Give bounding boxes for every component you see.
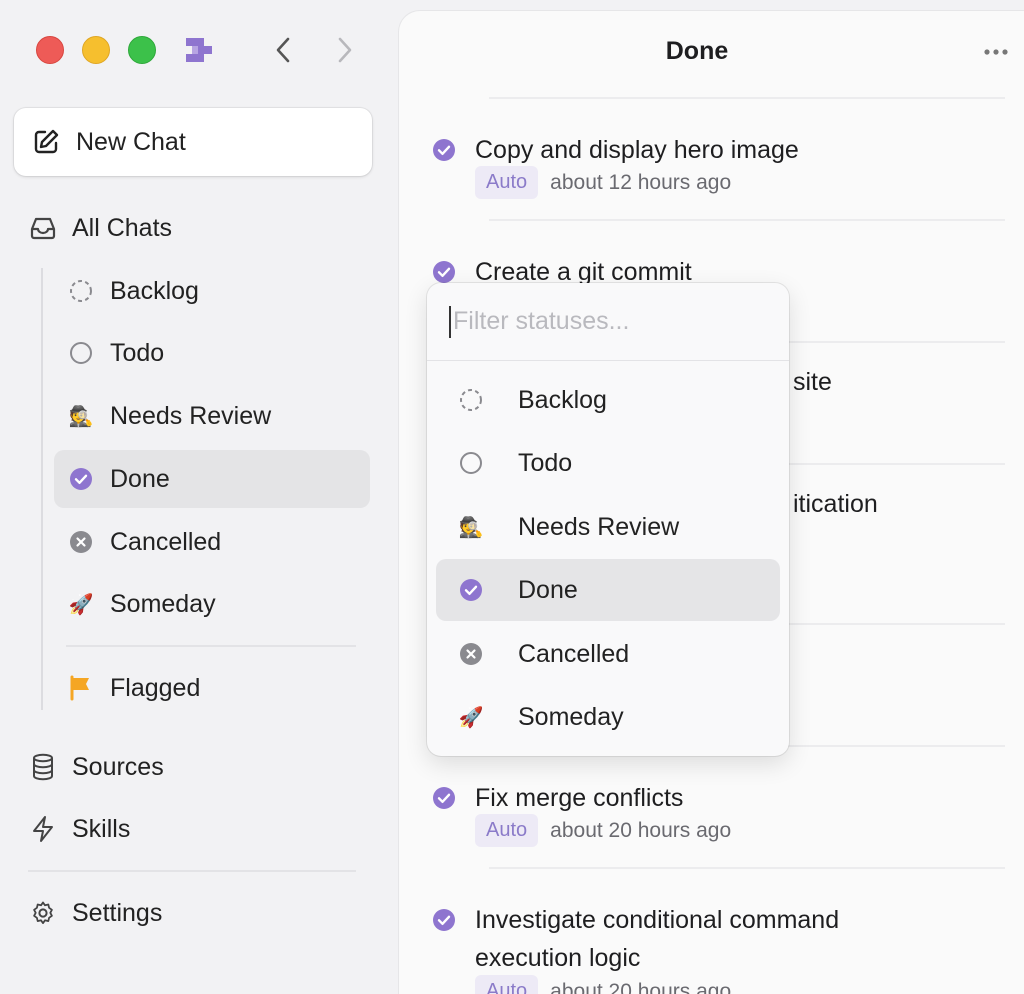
chat-timestamp: about 20 hours ago: [550, 818, 732, 842]
sidebar-item-backlog[interactable]: Backlog: [54, 262, 370, 320]
status-dropdown: Backlog Todo 🕵 Needs Review Done Cancell…: [427, 283, 789, 756]
list-divider: [489, 97, 1005, 99]
chat-title: Copy and display hero image: [475, 136, 799, 164]
sidebar-item-todo[interactable]: Todo: [54, 324, 370, 382]
list-divider: [489, 219, 1005, 221]
chevron-left-icon[interactable]: [268, 34, 298, 66]
flag-icon: [66, 673, 96, 703]
sidebar-item-label: Sources: [72, 752, 164, 781]
filter-statuses-input[interactable]: [449, 305, 769, 338]
status-option-label: Someday: [518, 702, 624, 731]
status-option-label: Todo: [518, 448, 573, 477]
status-badge: Auto: [475, 166, 539, 199]
status-option-needs-review[interactable]: 🕵 Needs Review: [436, 496, 780, 558]
sidebar-item-label: Flagged: [110, 673, 201, 702]
check-circle-icon: [431, 137, 457, 163]
window-minimize-button[interactable]: [82, 36, 110, 64]
status-badge: Auto: [475, 975, 539, 994]
status-option-todo[interactable]: Todo: [436, 432, 780, 494]
list-divider: [489, 867, 1005, 869]
empty-circle-icon: [456, 448, 486, 478]
sidebar-item-label: All Chats: [72, 213, 173, 242]
status-option-done[interactable]: Done: [436, 559, 780, 621]
dashed-circle-icon: [456, 385, 486, 415]
sidebar-item-label: Backlog: [110, 276, 199, 305]
check-circle-icon: [431, 785, 457, 811]
chevron-right-icon[interactable]: [330, 34, 360, 66]
rocket-emoji-icon: 🚀: [458, 705, 484, 729]
rocket-emoji-icon: 🚀: [68, 592, 94, 616]
status-option-label: Backlog: [518, 385, 607, 414]
sidebar-item-label: Todo: [110, 338, 165, 367]
sidebar-item-needs-review[interactable]: 🕵 Needs Review: [54, 387, 370, 445]
status-option-label: Needs Review: [518, 512, 680, 541]
list-item[interactable]: Copy and display hero image Auto about 1…: [399, 119, 1019, 219]
sidebar-item-label: Someday: [110, 589, 216, 618]
chat-title-partial: itication: [793, 490, 878, 518]
sidebar-item-label: Skills: [72, 814, 131, 843]
status-badge: Auto: [475, 814, 539, 847]
inbox-icon: [28, 213, 58, 243]
more-horizontal-icon[interactable]: [981, 41, 1011, 63]
status-option-someday[interactable]: 🚀 Someday: [436, 686, 780, 748]
chat-meta: Auto about 20 hours ago: [475, 975, 731, 994]
sidebar-item-flagged[interactable]: Flagged: [54, 659, 370, 717]
sidebar-item-someday[interactable]: 🚀 Someday: [54, 575, 370, 633]
sidebar-item-label: Settings: [72, 898, 163, 927]
chat-meta: Auto about 20 hours ago: [475, 814, 731, 847]
check-circle-icon: [66, 464, 96, 494]
page-title: Done: [665, 37, 729, 65]
list-item[interactable]: Investigate conditional command executio…: [399, 889, 1019, 994]
app-logo-icon: [184, 34, 214, 66]
compose-icon: [32, 128, 60, 156]
chat-timestamp: about 20 hours ago: [550, 979, 732, 994]
status-option-cancelled[interactable]: Cancelled: [436, 623, 780, 685]
new-chat-button[interactable]: New Chat: [14, 108, 372, 176]
chat-timestamp: about 12 hours ago: [550, 170, 732, 194]
sidebar-item-done[interactable]: Done: [54, 450, 370, 508]
check-circle-icon: [431, 259, 457, 285]
bolt-icon: [28, 814, 58, 844]
sidebar-divider: [28, 870, 356, 872]
database-icon: [28, 752, 58, 782]
sidebar-item-cancelled[interactable]: Cancelled: [54, 513, 370, 571]
status-option-backlog[interactable]: Backlog: [436, 369, 780, 431]
list-item[interactable]: Fix merge conflicts Auto about 20 hours …: [399, 767, 1019, 867]
new-chat-label: New Chat: [76, 127, 186, 156]
gear-icon: [28, 898, 58, 928]
sidebar-item-settings[interactable]: Settings: [28, 884, 368, 942]
detective-emoji-icon: 🕵: [68, 404, 94, 428]
window-close-button[interactable]: [36, 36, 64, 64]
x-circle-icon: [66, 527, 96, 557]
filter-bar: [427, 283, 789, 361]
tree-guide-line: [41, 268, 43, 710]
status-option-label: Cancelled: [518, 639, 630, 668]
sidebar-item-sources[interactable]: Sources: [28, 738, 368, 796]
chat-title: Investigate conditional command: [475, 906, 840, 934]
chat-title: Fix merge conflicts: [475, 784, 684, 812]
chat-title-line2: execution logic: [475, 944, 641, 972]
chat-title-partial: site: [793, 368, 832, 396]
check-circle-icon: [431, 907, 457, 933]
window-zoom-button[interactable]: [128, 36, 156, 64]
chat-meta: Auto about 12 hours ago: [475, 166, 731, 199]
x-circle-icon: [456, 639, 486, 669]
sidebar-item-label: Needs Review: [110, 401, 272, 430]
sidebar-item-label: Done: [110, 464, 170, 493]
status-option-label: Done: [518, 575, 578, 604]
dashed-circle-icon: [66, 276, 96, 306]
sidebar: New Chat All Chats Backlog Todo 🕵 Needs …: [0, 0, 398, 994]
detective-emoji-icon: 🕵: [458, 515, 484, 539]
check-circle-icon: [456, 575, 486, 605]
sidebar-divider: [66, 645, 356, 647]
sidebar-item-skills[interactable]: Skills: [28, 800, 368, 858]
sidebar-item-label: Cancelled: [110, 527, 222, 556]
sidebar-item-all-chats[interactable]: All Chats: [28, 199, 368, 257]
empty-circle-icon: [66, 338, 96, 368]
